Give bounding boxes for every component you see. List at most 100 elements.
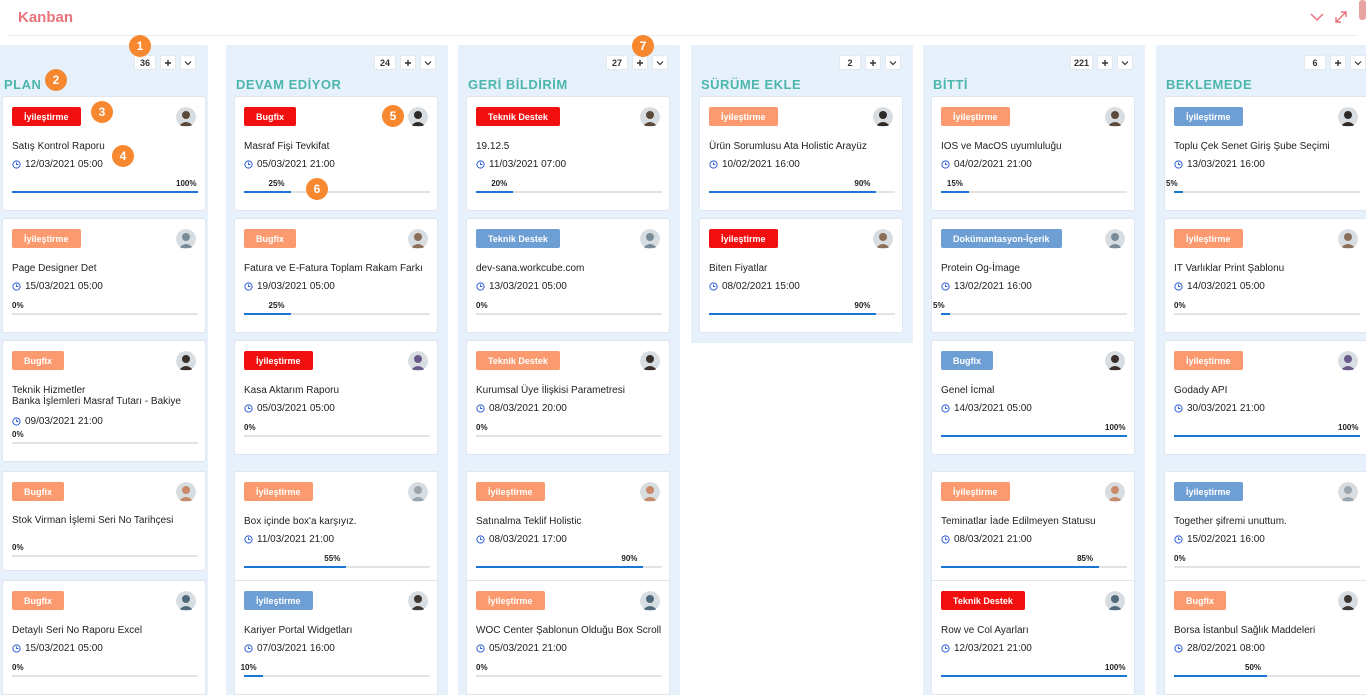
column-menu-button[interactable] [420, 55, 436, 70]
column-menu-button[interactable] [180, 55, 196, 70]
add-card-button[interactable] [632, 55, 648, 70]
kanban-card[interactable]: Bugfix Borsa İstanbul Sağlık Maddeleri 28/… [1164, 580, 1366, 695]
column-menu-button[interactable] [1117, 55, 1133, 70]
kanban-column: GERİ BİLDİRİM 27 Teknik Destek 19.12.5 11/03… [458, 45, 680, 695]
kanban-card[interactable]: İyileştirme IOS ve MacOS uyumluluğu 04/02/… [931, 96, 1135, 211]
kanban-card[interactable]: İyileştirme Ürün Sorumlusu Ata Holistic A… [699, 96, 903, 211]
card-due-date: 13/03/2021 05:00 [476, 281, 567, 292]
marker-badge: 4 [112, 145, 134, 167]
avatar[interactable] [176, 591, 196, 611]
add-card-button[interactable] [400, 55, 416, 70]
kanban-card[interactable]: İyileştirme Satınalma Teklif Holistic 08/0… [466, 471, 670, 586]
card-count-badge: 36 [134, 55, 156, 70]
avatar[interactable] [1338, 229, 1358, 249]
avatar[interactable] [176, 229, 196, 249]
progress-label: 5% [1166, 179, 1178, 188]
kanban-card[interactable]: Bugfix Masraf Fişi Tevkifat 05/03/2021 21:… [234, 96, 438, 211]
kanban-card[interactable]: İyileştirme Biten Fiyatlar 08/02/2021 15:0… [699, 218, 903, 333]
card-due-date: 08/03/2021 20:00 [476, 403, 567, 414]
kanban-card[interactable]: Teknik Destek 19.12.5 11/03/2021 07:00 20% [466, 96, 670, 211]
kanban-card[interactable]: İyileştirme Kariyer Portal Widgetları 07/0… [234, 580, 438, 695]
progress-track [476, 675, 662, 677]
kanban-card[interactable]: İyileştirme Box içinde box'a karşıyız. 11/… [234, 471, 438, 586]
card-due-date: 28/02/2021 08:00 [1174, 643, 1265, 654]
avatar[interactable] [176, 482, 196, 502]
avatar[interactable] [1338, 351, 1358, 371]
progress-bar: 0% [12, 543, 198, 557]
kanban-card[interactable]: Teknik Destek Kurumsal Üye İlişkisi Param… [466, 340, 670, 455]
avatar[interactable] [640, 107, 660, 127]
avatar[interactable] [408, 482, 428, 502]
add-card-button[interactable] [1330, 55, 1346, 70]
card-due-date: 11/03/2021 21:00 [244, 534, 334, 545]
card-count-badge: 6 [1304, 55, 1326, 70]
plus-icon [1102, 59, 1108, 66]
add-card-button[interactable] [865, 55, 881, 70]
column-menu-button[interactable] [652, 55, 668, 70]
avatar[interactable] [1338, 591, 1358, 611]
avatar[interactable] [640, 482, 660, 502]
kanban-card[interactable]: İyileştirme WOC Center Şablonun Olduğu Bo… [466, 580, 670, 695]
card-title: Kariyer Portal Widgetları [244, 625, 353, 636]
avatar[interactable] [1105, 229, 1125, 249]
card-title: Kasa Aktarım Raporu [244, 385, 340, 396]
column-menu-button[interactable] [885, 55, 901, 70]
column-title: SÜRÜME EKLE [701, 77, 802, 92]
kanban-column: BEKLEMEDE 6 İyileştirme Toplu Çek Senet Gir… [1156, 45, 1366, 695]
card-tag: Bugfix [12, 482, 64, 501]
avatar[interactable] [640, 229, 660, 249]
card-date-text: 04/02/2021 21:00 [954, 159, 1032, 170]
card-count-badge: 24 [374, 55, 396, 70]
avatar[interactable] [640, 591, 660, 611]
avatar[interactable] [1105, 591, 1125, 611]
column-controls: 6 [1304, 55, 1366, 70]
avatar[interactable] [1338, 482, 1358, 502]
kanban-card[interactable]: İyileştirme Toplu Çek Senet Giriş Şube Se… [1164, 96, 1366, 211]
card-date-text: 10/02/2021 16:00 [722, 159, 800, 170]
avatar[interactable] [1338, 107, 1358, 127]
kanban-card[interactable]: İyileştirme IT Varlıklar Print Şablonu 14/… [1164, 218, 1366, 333]
card-title: WOC Center Şablonun Olduğu Box Scroll [476, 625, 662, 636]
avatar[interactable] [640, 351, 660, 371]
kanban-card[interactable]: İyileştirme Together şifremi unuttum. 15/0… [1164, 471, 1366, 586]
kanban-card[interactable]: Bugfix Teknik Hizmetler Banka İşlemleri Ma… [2, 340, 206, 462]
card-tag: İyileştirme [244, 351, 313, 370]
expand-button[interactable] [1332, 8, 1350, 26]
kanban-card[interactable]: Bugfix Detaylı Seri No Raporu Excel 15/03/… [2, 580, 206, 695]
avatar[interactable] [1105, 107, 1125, 127]
avatar[interactable] [1105, 351, 1125, 371]
progress-bar: 90% [476, 554, 662, 568]
avatar[interactable] [408, 351, 428, 371]
kanban-card[interactable]: Bugfix Stok Virman İşlemi Seri No Tarihçe… [2, 471, 206, 571]
kanban-card[interactable]: Bugfix Genel İcmal 14/03/2021 05:00 100% [931, 340, 1135, 455]
avatar[interactable] [408, 229, 428, 249]
kanban-card[interactable]: İyileştirme Teminatlar İade Edilmeyen Sta… [931, 471, 1135, 586]
kanban-card[interactable]: Bugfix Fatura ve E-Fatura Toplam Rakam Fa… [234, 218, 438, 333]
avatar[interactable] [408, 591, 428, 611]
avatar[interactable] [1105, 482, 1125, 502]
kanban-card[interactable]: İyileştirme Godady API 30/03/2021 21:00 100… [1164, 340, 1366, 455]
card-date-text: 08/03/2021 21:00 [954, 534, 1032, 545]
card-due-date: 12/03/2021 05:00 [12, 159, 103, 170]
clock-icon [476, 404, 485, 413]
kanban-card[interactable]: İyileştirme Kasa Aktarım Raporu 05/03/2021… [234, 340, 438, 455]
avatar[interactable] [873, 107, 893, 127]
add-card-button[interactable] [1097, 55, 1113, 70]
kanban-card[interactable]: Dokümantasyon-İçerik Protein Og-İmage 13/0… [931, 218, 1135, 333]
clock-icon [244, 535, 253, 544]
collapse-button[interactable] [1308, 8, 1326, 26]
add-card-button[interactable] [160, 55, 176, 70]
column-menu-button[interactable] [1350, 55, 1366, 70]
avatar[interactable] [873, 229, 893, 249]
avatar[interactable] [176, 107, 196, 127]
card-due-date: 08/03/2021 21:00 [941, 534, 1032, 545]
avatar[interactable] [408, 107, 428, 127]
kanban-card[interactable]: İyileştirme Page Designer Det 15/03/2021 0… [2, 218, 206, 333]
scrollbar[interactable] [1359, 0, 1366, 20]
kanban-card[interactable]: Teknik Destek dev-sana.workcube.com 13/03/… [466, 218, 670, 333]
progress-fill [941, 313, 951, 315]
clock-icon [476, 535, 485, 544]
avatar[interactable] [176, 351, 196, 371]
progress-fill [244, 191, 291, 193]
kanban-card[interactable]: Teknik Destek Row ve Col Ayarları 12/03/20… [931, 580, 1135, 695]
